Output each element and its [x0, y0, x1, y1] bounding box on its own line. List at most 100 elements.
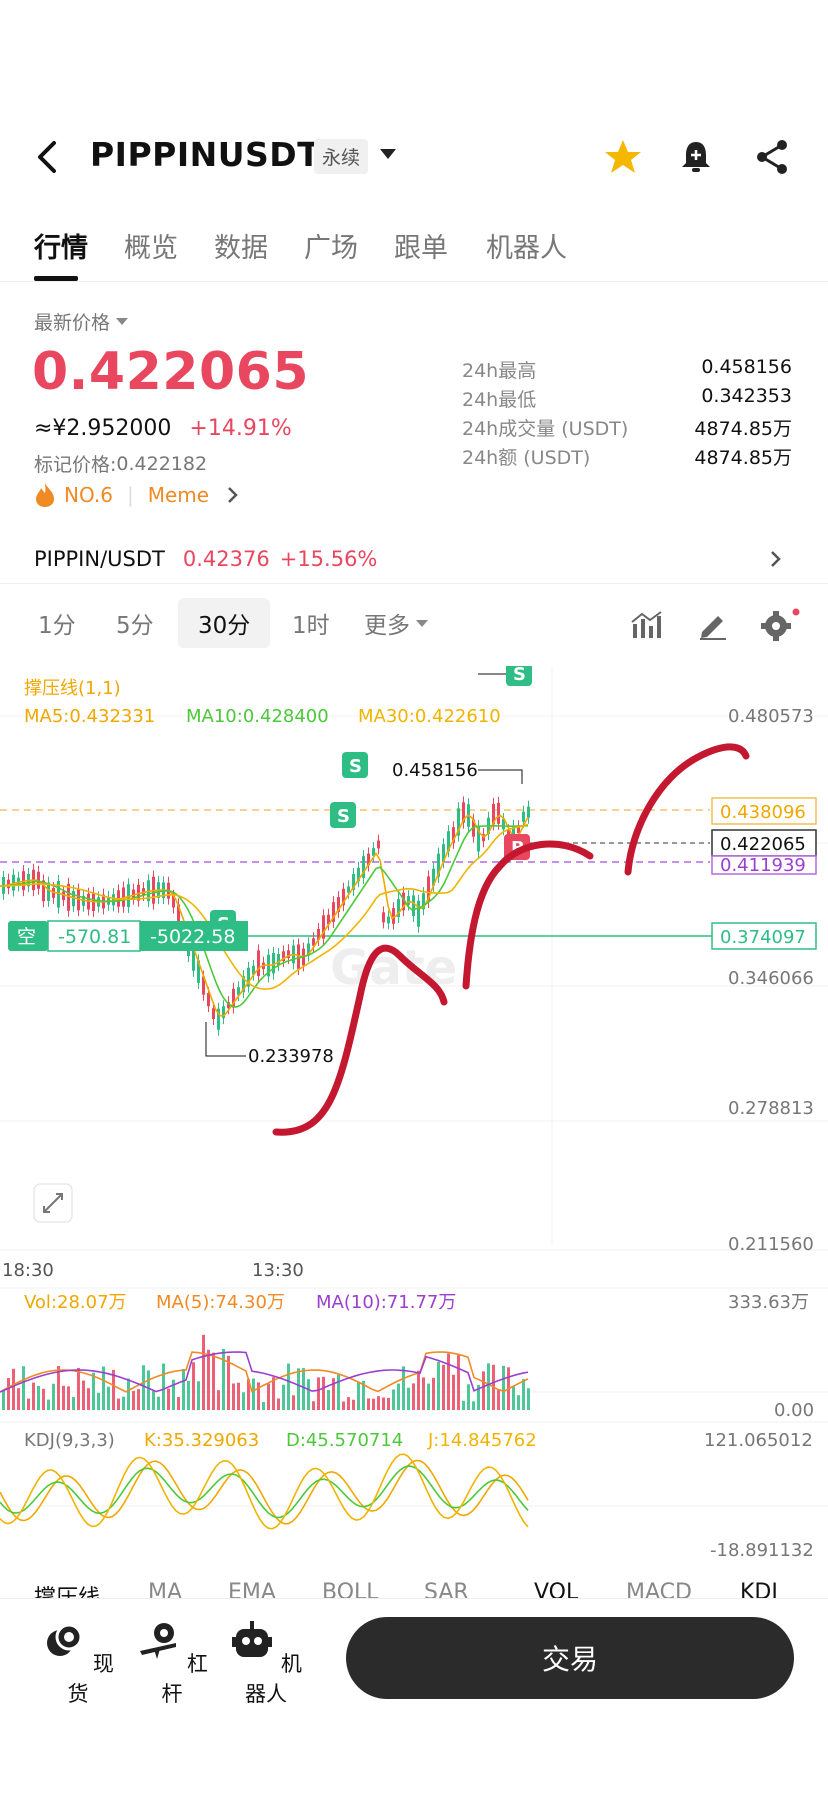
tab-bots[interactable]: 机器人	[486, 226, 567, 265]
timeframe-30m[interactable]: 30分	[178, 598, 271, 648]
volume-bar	[497, 1389, 500, 1410]
svg-text:S: S	[337, 806, 350, 827]
volume-bar	[412, 1383, 415, 1410]
indicator-chart-icon[interactable]	[630, 610, 662, 640]
kdj-k: K:35.329063	[144, 1430, 259, 1451]
volume-bar	[12, 1368, 15, 1410]
volume-bar	[272, 1377, 275, 1410]
kdj-j: J:14.845762	[427, 1430, 537, 1451]
tab-overview[interactable]: 概览	[124, 226, 178, 265]
volume-bar	[157, 1396, 160, 1410]
chart-grid	[0, 666, 828, 1507]
low-pointer	[205, 1022, 246, 1057]
chart-settings-gear-icon[interactable]	[760, 606, 800, 642]
symbol-dropdown-icon[interactable]	[380, 149, 396, 159]
volume-bar	[322, 1376, 325, 1410]
volume-bar	[97, 1392, 100, 1410]
tab-market[interactable]: 行情	[34, 226, 88, 265]
rank-label: NO.6	[64, 483, 113, 507]
volume-bar	[147, 1370, 150, 1410]
top-bar: PIPPINUSDT 永续	[0, 125, 828, 191]
spot-pair-row[interactable]: PIPPIN/USDT 0.42376 +15.56%	[0, 534, 828, 584]
volume-bar	[37, 1385, 40, 1410]
latest-price-label[interactable]: 最新价格	[34, 308, 129, 335]
volume-bar	[422, 1377, 425, 1410]
timeframe-more[interactable]: 更多	[364, 606, 428, 640]
volume-bar	[372, 1398, 375, 1410]
volume-bar	[107, 1386, 110, 1410]
candle-body	[522, 811, 525, 822]
cny-price: ≈¥2.952000	[34, 416, 172, 441]
main-tabs: 行情 概览 数据 广场 跟单 机器人	[0, 218, 828, 282]
volume-bar	[312, 1401, 315, 1410]
candle-body	[382, 912, 385, 923]
position-tag[interactable]: 空 -570.81 -5022.58	[8, 920, 248, 952]
nav-spot[interactable]: 现货	[38, 1619, 118, 1708]
tab-copy-trading[interactable]: 跟单	[394, 226, 448, 265]
volume-bar	[167, 1388, 170, 1410]
volume-bar	[432, 1377, 435, 1410]
kdj-d: D:45.570714	[286, 1430, 403, 1451]
candle-body	[387, 916, 390, 924]
star-icon[interactable]	[603, 137, 643, 177]
current-price-tag: 0.422065	[711, 829, 817, 857]
volume-bar	[397, 1383, 400, 1410]
add-alert-bell-icon[interactable]	[676, 137, 716, 177]
candlesticks	[2, 796, 530, 1036]
volume-bar	[417, 1370, 420, 1410]
volume-bar	[457, 1354, 460, 1410]
nav-bots[interactable]: 机器人	[226, 1619, 306, 1708]
share-icon[interactable]	[752, 137, 792, 177]
volume-bar	[447, 1353, 450, 1410]
volume-bar	[87, 1388, 90, 1410]
volume-bar	[82, 1380, 85, 1410]
volume-bar	[47, 1399, 50, 1410]
kdj-line	[0, 1459, 529, 1525]
time-label: 13:30	[252, 1260, 304, 1281]
kline-chart[interactable]: Gate 撑压线(1,1) MA5:0.432331 MA10:0.428400…	[0, 666, 828, 1596]
timeframe-5m[interactable]: 5分	[116, 606, 154, 640]
kdj-line	[0, 1453, 529, 1530]
volume-bar	[177, 1397, 180, 1410]
timeframe-1h[interactable]: 1时	[292, 606, 330, 640]
volume-bar	[212, 1352, 215, 1410]
sell-marker-badge: S	[342, 752, 368, 778]
draw-pen-icon[interactable]	[696, 610, 728, 640]
svg-text:空: 空	[17, 926, 36, 948]
volume-bar	[487, 1363, 490, 1410]
fullscreen-expand-icon[interactable]	[33, 1183, 73, 1223]
tab-square[interactable]: 广场	[304, 226, 358, 265]
spot-price: 0.42376	[182, 546, 270, 571]
more-caret-icon	[416, 619, 428, 627]
volume-bar	[522, 1379, 525, 1410]
symbol-title[interactable]: PIPPINUSDT	[90, 135, 320, 174]
volume-bar	[402, 1366, 405, 1410]
timeframe-1m[interactable]: 1分	[38, 606, 76, 640]
price-label-caret-icon	[116, 318, 129, 325]
rank-divider: |	[126, 483, 134, 507]
volume-bar	[62, 1385, 65, 1410]
kdj-lines	[0, 1453, 529, 1530]
volume-bar	[187, 1380, 190, 1410]
spot-coins-icon	[47, 1623, 83, 1656]
candle-body	[257, 950, 260, 977]
low-label: 0.233978	[248, 1046, 334, 1067]
back-arrow-icon[interactable]	[30, 139, 66, 175]
trade-button[interactable]: 交易	[346, 1617, 794, 1699]
vol-axis-max: 333.63万	[728, 1292, 809, 1313]
volume-bar	[22, 1366, 25, 1410]
kdj-line	[0, 1465, 529, 1519]
hot-rank-row[interactable]: NO.6 | Meme	[34, 482, 241, 508]
stat-24h-low: 24h最低 0.342353	[462, 385, 792, 411]
chevron-right-icon	[228, 487, 238, 503]
position-pnl: -570.81	[58, 926, 131, 948]
tab-data[interactable]: 数据	[214, 226, 268, 265]
price-change: +14.91%	[189, 416, 292, 441]
last-price: 0.422065	[32, 342, 310, 402]
svg-text:0.411939: 0.411939	[720, 855, 806, 876]
volume-bar	[357, 1382, 360, 1410]
nav-margin[interactable]: 杠杆	[132, 1619, 212, 1708]
axis-label: 0.278813	[728, 1098, 814, 1119]
volume-bar	[142, 1365, 145, 1410]
volume-bar	[277, 1398, 280, 1410]
